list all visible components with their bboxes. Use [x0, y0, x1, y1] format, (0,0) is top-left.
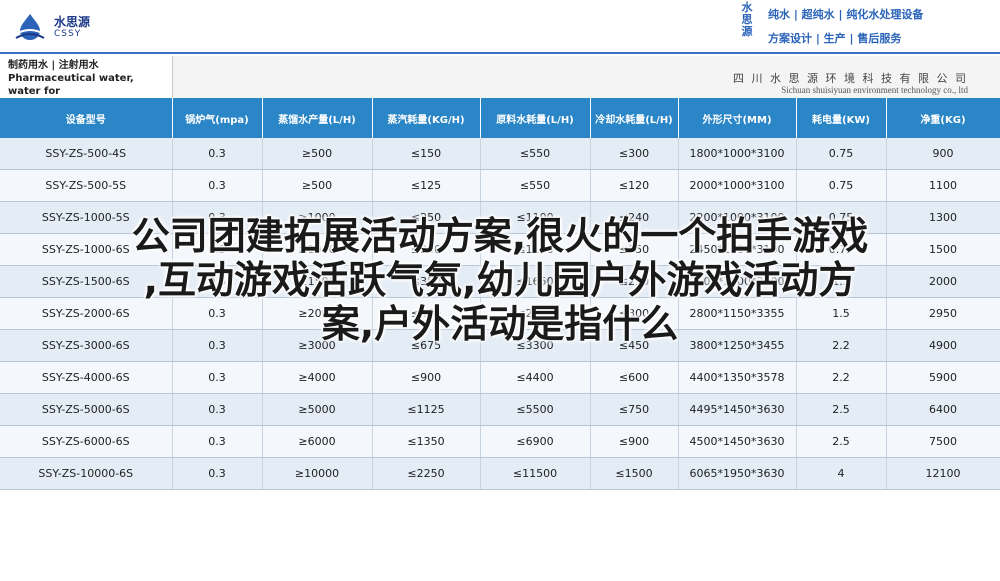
table-cell: ≥4000 [262, 361, 373, 394]
brand-tagline-services: 方案设计 | 生产 | 售后服务 [768, 32, 902, 45]
company-name-cn: 四 川 水 思 源 环 境 科 技 有 限 公 司 [733, 72, 968, 85]
table-cell: 7500 [886, 425, 1000, 458]
table-cell: ≤550 [480, 138, 591, 170]
brand-logo[interactable]: 水思源 CSSY [12, 12, 90, 42]
overlay-headline: 公司团建拓展活动方案,很火的一个拍手游戏 ,互动游戏活跃气氛,幼儿园户外游戏活动… [10, 214, 990, 346]
table-cell: ≤900 [372, 361, 481, 394]
table-cell: ≤300 [590, 138, 679, 170]
table-cell: ≤600 [590, 361, 679, 394]
table-cell: ≤150 [372, 138, 481, 170]
table-cell: 5900 [886, 361, 1000, 394]
brand-vertical-text: 水思源 [741, 1, 753, 38]
table-cell: 4500*1450*3630 [678, 425, 797, 458]
table-cell: 0.75 [796, 169, 887, 202]
table-cell: ≤5500 [480, 393, 591, 426]
table-cell: 4 [796, 457, 887, 490]
table-row: SSY-ZS-5000-6S 0.3 ≥5000 ≤1125 ≤5500 ≤750 4495… [0, 393, 1000, 426]
table-cell: 1800*1000*3100 [678, 138, 797, 170]
table-cell: 4495*1450*3630 [678, 393, 797, 426]
table-cell: ≤1500 [590, 457, 679, 490]
document-title-block: 制药用水 | 注射用水 Pharmaceutical water, water … [0, 56, 173, 110]
header-feed-water: 原料水耗量(L/H) [480, 98, 591, 138]
doc-title-line1: 制药用水 | 注射用水 [8, 60, 99, 71]
table-cell: 2.5 [796, 425, 887, 458]
table-cell: 12100 [886, 457, 1000, 490]
header-steam-consumption: 蒸汽耗量(KG/H) [372, 98, 481, 138]
table-cell: SSY-ZS-5000-6S [0, 393, 173, 426]
overlay-line-2: ,互动游戏活跃气氛,幼儿园户外游戏活动方 [143, 258, 857, 302]
water-drop-logo-icon [15, 14, 45, 40]
table-cell: ≤125 [372, 169, 481, 202]
table-cell: SSY-ZS-10000-6S [0, 457, 173, 490]
table-cell: ≤750 [590, 393, 679, 426]
header-distilled-output: 蒸馏水产量(L/H) [262, 98, 373, 138]
table-cell: 6400 [886, 393, 1000, 426]
table-cell: 0.3 [172, 361, 263, 394]
table-cell: SSY-ZS-4000-6S [0, 361, 173, 394]
table-cell: 0.75 [796, 138, 887, 170]
table-cell: SSY-ZS-6000-6S [0, 425, 173, 458]
table-row: SSY-ZS-10000-6S 0.3 ≥10000 ≤2250 ≤11500 ≤1500… [0, 457, 1000, 490]
header-cooling-water: 冷却水耗量(L/H) [590, 98, 679, 138]
table-cell: 0.3 [172, 393, 263, 426]
table-cell: ≥5000 [262, 393, 373, 426]
table-cell: 0.3 [172, 138, 263, 170]
table-header-row: 设备型号 锅炉气(mpa) 蒸馏水产量(L/H) 蒸汽耗量(KG/H) 原料水耗… [0, 98, 1000, 138]
overlay-line-3: 案,户外活动是指什么 [321, 302, 679, 346]
table-cell: ≤11500 [480, 457, 591, 490]
company-block: 四 川 水 思 源 环 境 科 技 有 限 公 司 Sichuan shuisi… [173, 56, 1000, 98]
table-cell: 0.3 [172, 169, 263, 202]
header-net-weight: 净重(KG) [886, 98, 1000, 138]
table-cell: ≤900 [590, 425, 679, 458]
overlay-line-1: 公司团建拓展活动方案,很火的一个拍手游戏 [131, 214, 869, 258]
header-model: 设备型号 [0, 98, 173, 138]
logo-name-en: CSSY [54, 28, 82, 39]
header-boiler-pressure: 锅炉气(mpa) [172, 98, 263, 138]
banner-divider [0, 52, 1000, 54]
doc-title-line2: Pharmaceutical water, water for [8, 73, 134, 97]
table-cell: ≤120 [590, 169, 679, 202]
table-cell: 2.5 [796, 393, 887, 426]
company-name-en: Sichuan shuisiyuan environment technolog… [781, 85, 968, 95]
table-cell: ≥500 [262, 169, 373, 202]
table-cell: SSY-ZS-500-4S [0, 138, 173, 170]
table-cell: 4400*1350*3578 [678, 361, 797, 394]
table-row: SSY-ZS-500-4S 0.3 ≥500 ≤150 ≤550 ≤300 1800*100… [0, 138, 1000, 170]
table-cell: 1100 [886, 169, 1000, 202]
table-row: SSY-ZS-500-5S 0.3 ≥500 ≤125 ≤550 ≤120 2000*100… [0, 169, 1000, 202]
table-cell: ≤6900 [480, 425, 591, 458]
table-cell: ≤4400 [480, 361, 591, 394]
table-cell: ≤1125 [372, 393, 481, 426]
table-cell: ≤550 [480, 169, 591, 202]
header-dimensions: 外形尺寸(MM) [678, 98, 797, 138]
brand-tagline-products: 纯水 | 超纯水 | 纯化水处理设备 [768, 8, 924, 21]
logo-name-cn: 水思源 [54, 14, 91, 29]
table-cell: 0.3 [172, 425, 263, 458]
table-cell: ≤2250 [372, 457, 481, 490]
table-cell: ≤1350 [372, 425, 481, 458]
table-cell: 2000*1000*3100 [678, 169, 797, 202]
table-cell: 0.3 [172, 457, 263, 490]
table-cell: 900 [886, 138, 1000, 170]
header-power: 耗电量(KW) [796, 98, 887, 138]
table-cell: ≥6000 [262, 425, 373, 458]
table-cell: 6065*1950*3630 [678, 457, 797, 490]
table-cell: SSY-ZS-500-5S [0, 169, 173, 202]
top-banner: 水思源 CSSY 水思源 纯水 | 超纯水 | 纯化水处理设备 方案设计 | 生… [0, 0, 1000, 52]
table-row: SSY-ZS-6000-6S 0.3 ≥6000 ≤1350 ≤6900 ≤900 4500… [0, 425, 1000, 458]
table-cell: 2.2 [796, 361, 887, 394]
table-cell: ≥10000 [262, 457, 373, 490]
table-row: SSY-ZS-4000-6S 0.3 ≥4000 ≤900 ≤4400 ≤600 4400*… [0, 361, 1000, 394]
table-cell: ≥500 [262, 138, 373, 170]
